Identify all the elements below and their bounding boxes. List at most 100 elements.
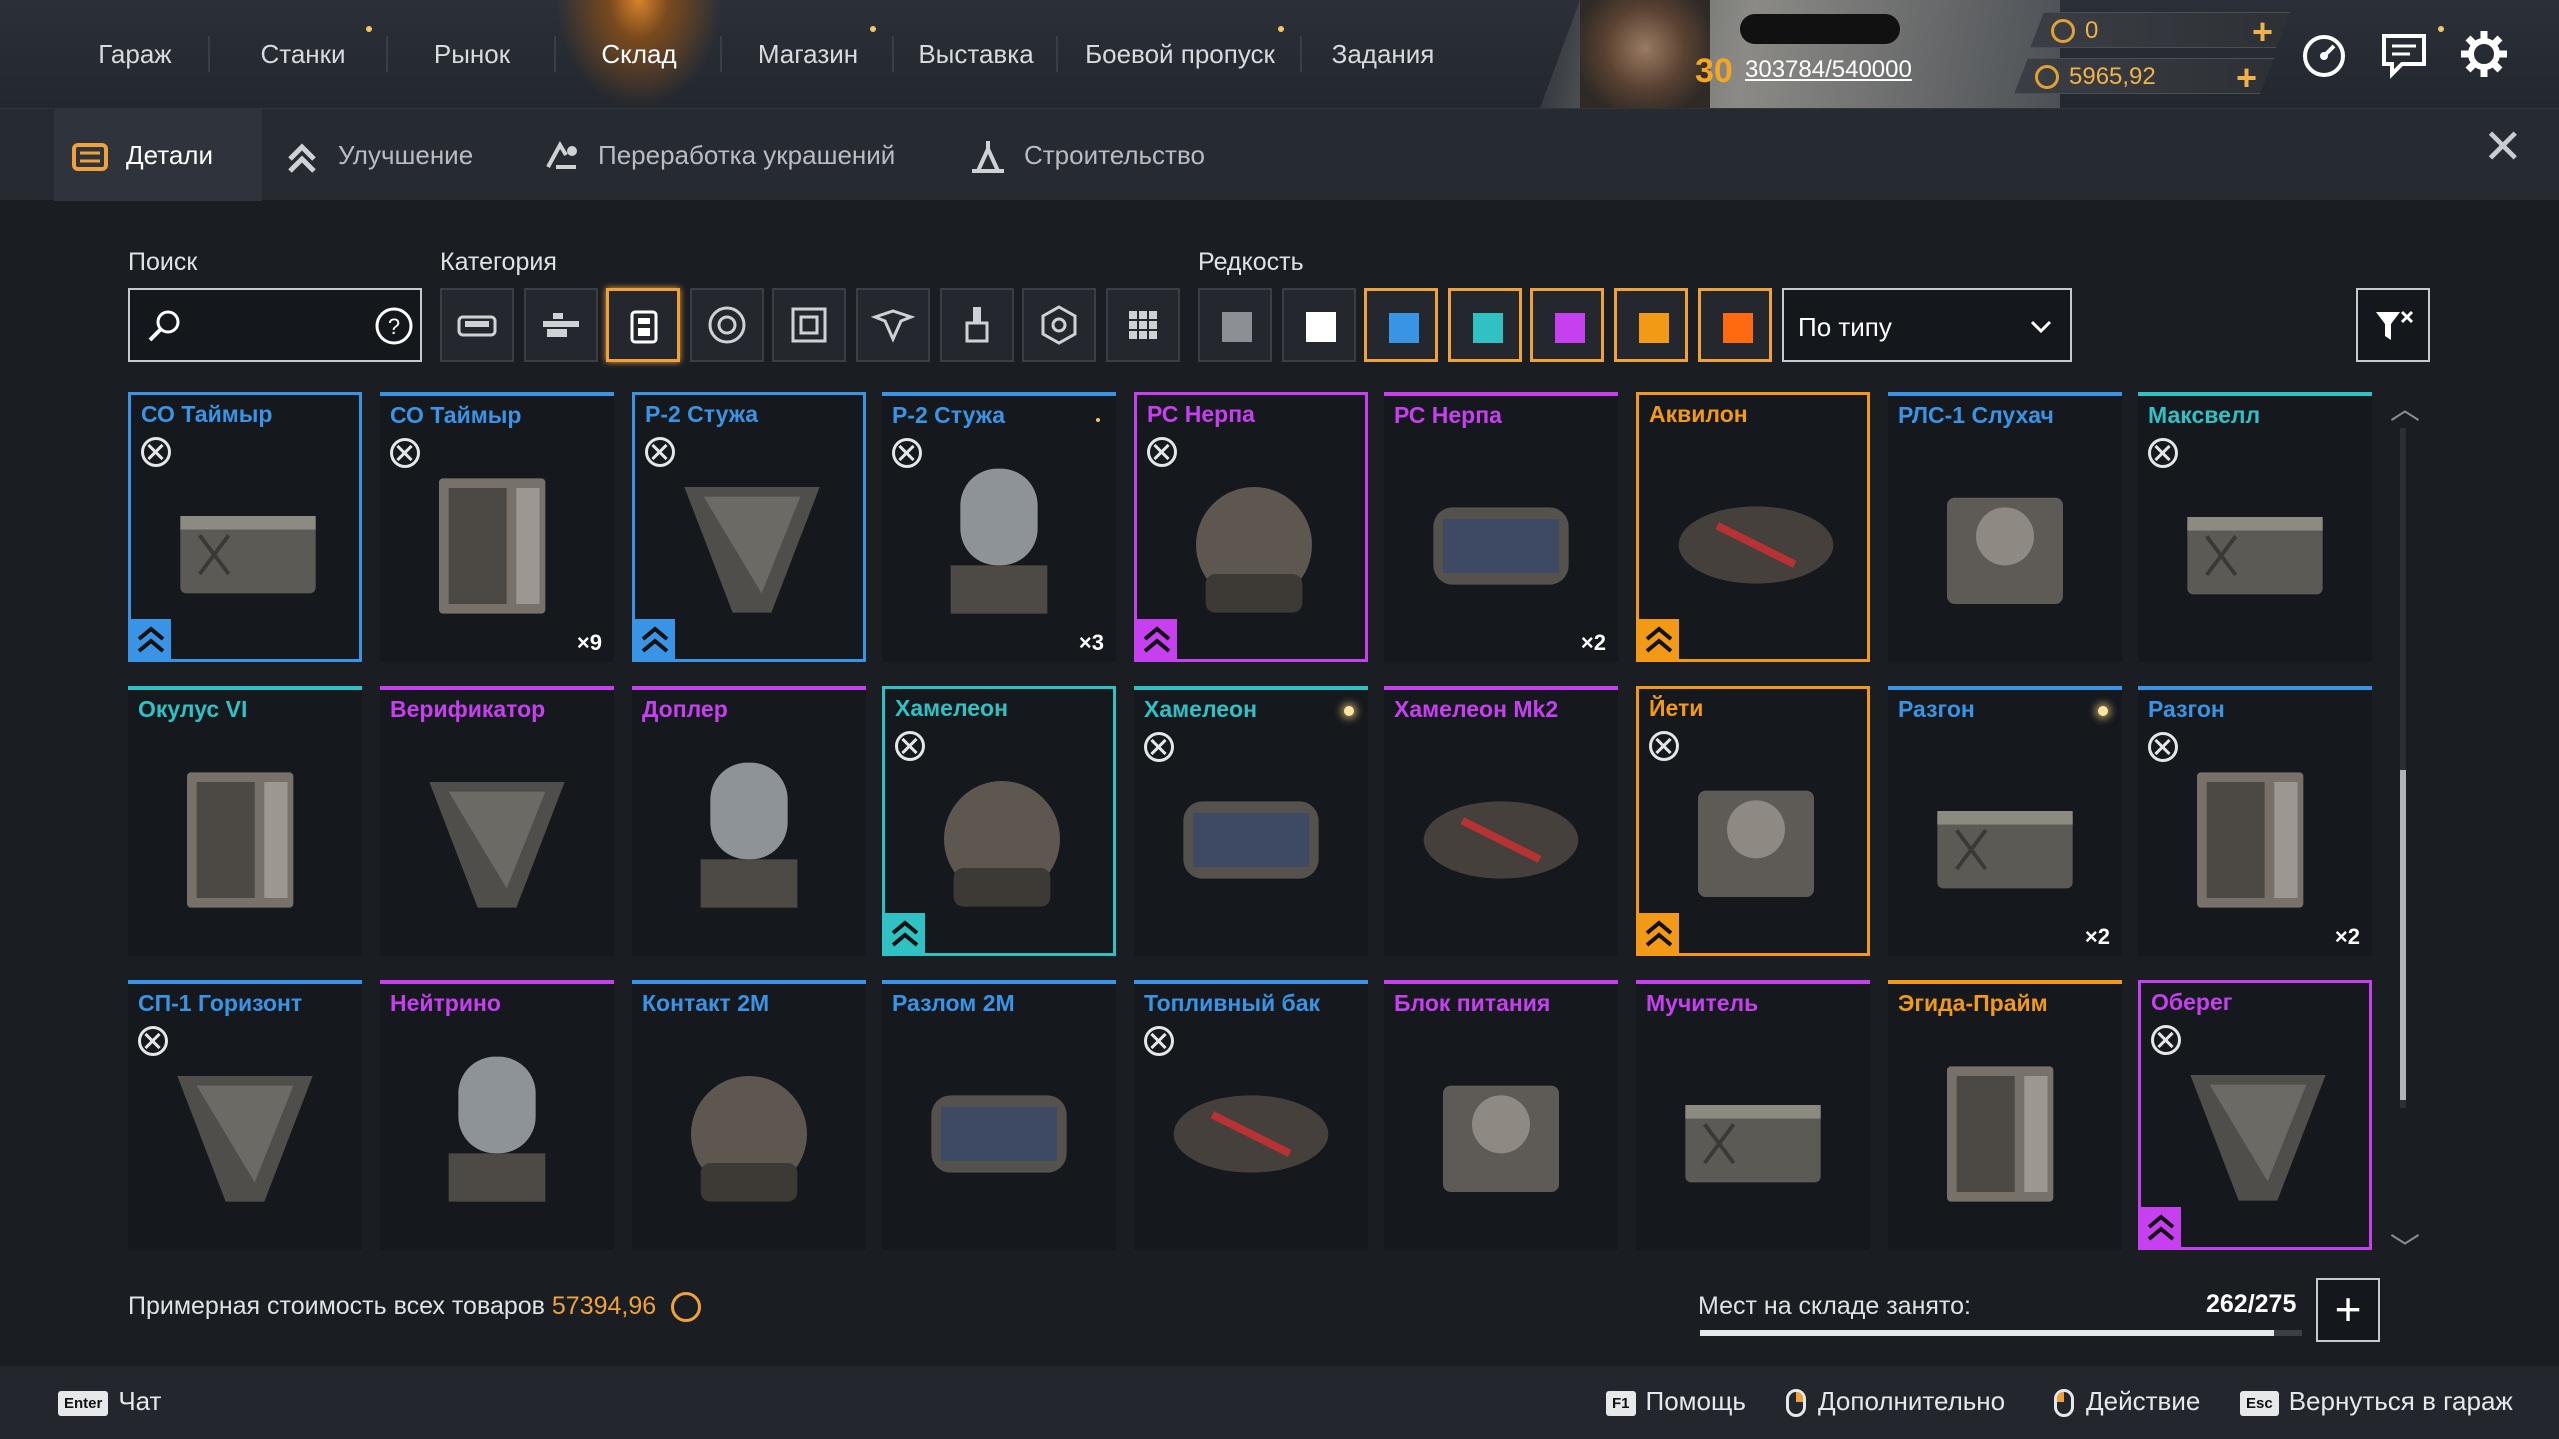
notification-dot: [2438, 26, 2444, 32]
tab-recycle-decor[interactable]: Переработка украшений: [542, 109, 922, 201]
rarity-white-button[interactable]: [1282, 288, 1356, 362]
category-wheels[interactable]: [690, 288, 764, 362]
nav-tab-shop[interactable]: Магазин: [722, 0, 894, 108]
item-card[interactable]: Разгон ×2: [1888, 686, 2122, 956]
item-card[interactable]: Разлом 2М: [882, 980, 1116, 1250]
item-card[interactable]: СП-1 Горизонт: [128, 980, 362, 1250]
tab-label: Детали: [126, 140, 213, 170]
tab-parts[interactable]: Детали: [54, 109, 262, 201]
category-frames[interactable]: [772, 288, 846, 362]
item-card[interactable]: РС Нерпа ×2: [1384, 392, 1618, 662]
tab-upgrade[interactable]: Улучшение: [282, 109, 502, 201]
rarity-orange-button[interactable]: [1614, 288, 1688, 362]
chat-icon[interactable]: [2378, 28, 2430, 80]
rarity-teal-button[interactable]: [1448, 288, 1522, 362]
rarity-grey-button[interactable]: [1198, 288, 1272, 362]
item-card[interactable]: Аквилон: [1636, 392, 1870, 662]
item-name: СО Таймыр: [141, 401, 273, 427]
item-card[interactable]: Доплер: [632, 686, 866, 956]
item-card[interactable]: Контакт 2М: [632, 980, 866, 1250]
item-card[interactable]: Мучитель: [1636, 980, 1870, 1250]
help-icon[interactable]: ?: [374, 306, 414, 346]
upgrade-icon: [288, 143, 316, 173]
nav-tab-exhibition[interactable]: Выставка: [894, 0, 1058, 108]
close-icon[interactable]: ✕: [2483, 124, 2523, 172]
item-card[interactable]: Р-2 Стужа: [632, 392, 866, 662]
storage-progress-fill: [1700, 1330, 2274, 1336]
hint-help[interactable]: F1 Помощь: [1606, 1386, 1746, 1417]
item-card[interactable]: СО Таймыр: [128, 392, 362, 662]
item-image: [2197, 772, 2304, 908]
item-card[interactable]: Максвелл: [2138, 392, 2372, 662]
mouse-left-icon: [2054, 1389, 2074, 1418]
item-image: [1678, 506, 1834, 584]
category-all[interactable]: [1106, 288, 1180, 362]
speedometer-icon[interactable]: [2298, 28, 2350, 80]
coins-value: 5965,92: [2069, 63, 2156, 90]
item-card[interactable]: Нейтрино: [380, 980, 614, 1250]
tab-label: Строительство: [1024, 140, 1205, 170]
rarity-swatch: [1389, 313, 1419, 343]
item-card[interactable]: Топливный бак: [1134, 980, 1368, 1250]
item-name: Разлом 2М: [892, 990, 1015, 1016]
rarity-blue-button[interactable]: [1364, 288, 1438, 362]
upgrade-badge-icon: [1639, 619, 1679, 659]
item-card[interactable]: СО Таймыр ×9: [380, 392, 614, 662]
item-card[interactable]: Хамелеон: [882, 686, 1116, 956]
decor-icon: [871, 309, 915, 343]
notification-dot: [366, 26, 372, 32]
upgrade-badge-icon: [131, 619, 171, 659]
item-card[interactable]: Окулус VI: [128, 686, 362, 956]
scroll-up-icon[interactable]: ︿: [2390, 384, 2420, 428]
nav-tab-storage[interactable]: Склад: [556, 0, 722, 108]
search-input[interactable]: [190, 306, 360, 346]
expand-storage-button[interactable]: +: [2316, 1278, 2380, 1342]
category-cabins[interactable]: [440, 288, 514, 362]
nav-tab-quests[interactable]: Задания: [1302, 0, 1464, 108]
category-modules[interactable]: [606, 288, 680, 362]
item-name: Доплер: [642, 696, 728, 722]
category-decor[interactable]: [856, 288, 930, 362]
category-special[interactable]: [1022, 288, 1096, 362]
item-card[interactable]: РС Нерпа: [1134, 392, 1368, 662]
hint-back-to-garage[interactable]: Esc Вернуться в гараж: [2240, 1386, 2513, 1417]
hint-more[interactable]: Дополнительно: [1786, 1386, 2005, 1418]
item-card[interactable]: Р-2 Стужа ×3: [882, 392, 1116, 662]
gear-icon[interactable]: [2458, 28, 2510, 80]
hint-action[interactable]: Действие: [2054, 1386, 2200, 1418]
item-name: Окулус VI: [138, 696, 248, 722]
item-card[interactable]: Хамелеон: [1134, 686, 1368, 956]
add-coins-button[interactable]: +: [2236, 57, 2257, 99]
clear-filter-button[interactable]: [2356, 288, 2430, 362]
player-level: 30: [1695, 52, 1733, 90]
nav-tab-market[interactable]: Рынок: [388, 0, 556, 108]
rarity-swatch: [1222, 312, 1252, 342]
hint-label: Чат: [118, 1386, 162, 1416]
category-paint[interactable]: [940, 288, 1014, 362]
player-banner[interactable]: 30 303784/540000: [1540, 0, 2060, 108]
item-card[interactable]: Верификатор: [380, 686, 614, 956]
item-card[interactable]: Блок питания: [1384, 980, 1618, 1250]
tab-construction[interactable]: Строительство: [968, 109, 1228, 201]
rarity-purple-button[interactable]: [1530, 288, 1604, 362]
category-weapons[interactable]: [524, 288, 598, 362]
item-name: Максвелл: [2148, 402, 2261, 428]
item-card[interactable]: Оберег: [2138, 980, 2372, 1250]
nav-tab-label: Станки: [260, 39, 346, 69]
item-image: [1196, 487, 1312, 613]
rarity-red-orange-button[interactable]: [1698, 288, 1772, 362]
item-card[interactable]: Хамелеон Mk2: [1384, 686, 1618, 956]
add-coupons-button[interactable]: +: [2252, 11, 2273, 53]
item-card[interactable]: Йети: [1636, 686, 1870, 956]
scroll-down-icon[interactable]: ﹀: [2390, 1224, 2420, 1268]
hint-chat[interactable]: Enter Чат: [58, 1386, 161, 1417]
item-card[interactable]: Эгида-Прайм: [1888, 980, 2122, 1250]
nav-tab-garage[interactable]: Гараж: [60, 0, 210, 108]
nav-tab-machines[interactable]: Станки: [218, 0, 388, 108]
item-card[interactable]: Разгон ×2: [2138, 686, 2372, 956]
f1-key-icon: F1: [1606, 1390, 1636, 1416]
scrollbar-thumb[interactable]: [2400, 770, 2406, 1100]
item-card[interactable]: РЛС-1 Слухач: [1888, 392, 2122, 662]
nav-tab-battle-pass[interactable]: Боевой пропуск: [1058, 0, 1302, 108]
sort-select[interactable]: По типу: [1782, 288, 2072, 362]
